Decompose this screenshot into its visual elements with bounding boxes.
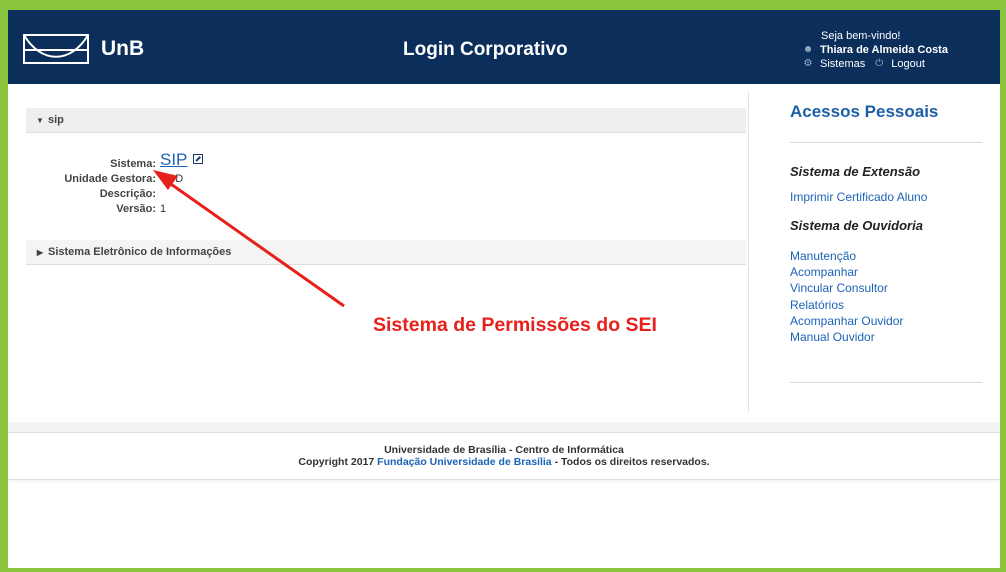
page-frame: UnB Login Corporativo Seja bem-vindo! ☻ … bbox=[8, 10, 1000, 568]
annotation-label: Sistema de Permissões do SEI bbox=[373, 314, 657, 336]
annotation-arrow bbox=[153, 170, 345, 308]
